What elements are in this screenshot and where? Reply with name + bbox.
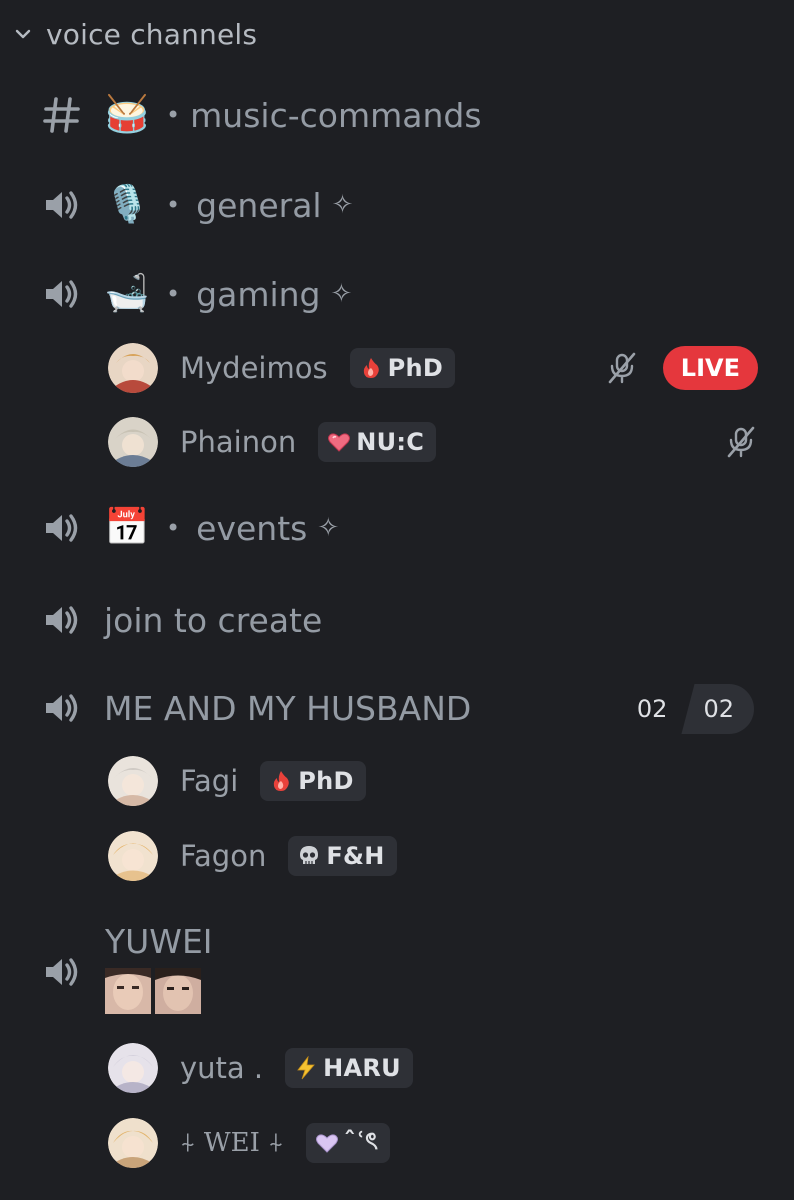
voice-member-wei[interactable]: ⍭ WEI ⍭ ˆʿৎ: [108, 1115, 758, 1171]
avatar: [108, 343, 158, 393]
user-count: 02: [636, 695, 668, 723]
skull-icon: [296, 843, 322, 869]
speaker-icon: [40, 183, 84, 227]
lightning-icon: [293, 1055, 319, 1081]
channel-name: events: [196, 508, 308, 548]
live-badge[interactable]: LIVE: [662, 346, 758, 390]
fire-icon: [358, 355, 384, 381]
channel-separator: •: [166, 191, 181, 219]
channel-join-to-create[interactable]: join to create: [40, 590, 760, 650]
category-header[interactable]: voice channels: [14, 14, 257, 54]
speaker-icon: [40, 686, 84, 730]
user-limit-counter: 02 02: [623, 684, 754, 734]
member-name: Fagon: [180, 839, 267, 873]
microphone-icon: 🎙️: [104, 184, 150, 225]
tag-label: ˆʿৎ: [343, 1127, 379, 1155]
voice-member-fagon[interactable]: Fagon F&H: [108, 828, 758, 884]
channel-separator: •: [166, 514, 181, 542]
member-tag: HARU: [285, 1048, 413, 1088]
channel-yuwei[interactable]: YUWEI: [105, 922, 213, 961]
avatar: [108, 831, 158, 881]
sparkle-icon: ✧: [317, 513, 340, 543]
category-title: voice channels: [46, 17, 258, 51]
drum-icon: 🥁: [104, 94, 150, 135]
channel-name: ME AND MY HUSBAND: [104, 688, 472, 728]
muted-microphone-icon: [727, 426, 755, 458]
channel-name: music-commands: [190, 95, 482, 135]
member-tag: NU:C: [318, 422, 437, 462]
member-tag: PhD: [260, 761, 366, 801]
avatar: [108, 756, 158, 806]
heart-icon: [326, 429, 352, 455]
muted-microphone-icon: [608, 352, 636, 384]
channel-events[interactable]: 📅 • events ✧: [40, 498, 760, 558]
channel-separator: •: [166, 101, 181, 129]
channel-status-images: [105, 968, 201, 1014]
calendar-icon: 📅: [104, 507, 150, 548]
face-photo-icon: [155, 968, 201, 1014]
speaker-icon: [40, 272, 84, 316]
channel-general[interactable]: 🎙️ • general ✧: [40, 175, 760, 235]
member-name: Mydeimos: [180, 351, 328, 385]
voice-member-fagi[interactable]: Fagi PhD: [108, 753, 758, 809]
lavender-heart-icon: [314, 1130, 340, 1156]
face-photo-icon: [105, 968, 151, 1014]
channel-name: join to create: [104, 600, 323, 640]
channel-music-commands[interactable]: 🥁 • music-commands: [40, 85, 760, 145]
member-name: ⍭ WEI ⍭: [180, 1127, 284, 1158]
member-tag: F&H: [288, 836, 397, 876]
sparkle-icon: ✧: [331, 190, 354, 220]
member-tag: PhD: [349, 348, 456, 388]
hash-icon: [40, 93, 84, 137]
fire-icon: [268, 768, 294, 794]
voice-member-mydeimos[interactable]: Mydeimos PhD LIVE: [108, 340, 758, 396]
channel-name: gaming: [196, 274, 321, 314]
avatar: [108, 1043, 158, 1093]
member-name: Phainon: [180, 425, 297, 459]
chevron-down-icon: [15, 29, 31, 39]
member-name: Fagi: [180, 764, 239, 798]
tag-label: PhD: [298, 767, 354, 795]
tag-label: F&H: [326, 842, 385, 870]
tag-label: HARU: [323, 1054, 401, 1082]
speaker-icon: [40, 506, 84, 550]
tag-label: PhD: [387, 354, 444, 382]
voice-member-phainon[interactable]: Phainon NU:C: [108, 414, 758, 470]
avatar: [108, 417, 158, 467]
sparkle-icon: ✧: [330, 279, 353, 309]
voice-member-yuta[interactable]: yuta . HARU: [108, 1040, 758, 1096]
bathtub-icon: 🛁: [104, 273, 150, 314]
channel-separator: •: [166, 280, 181, 308]
channel-gaming[interactable]: 🛁 • gaming ✧: [40, 264, 760, 324]
user-limit: 02: [681, 684, 754, 734]
tag-label: NU:C: [356, 428, 425, 456]
member-name: yuta .: [180, 1051, 264, 1085]
speaker-icon: [40, 598, 84, 642]
avatar: [108, 1118, 158, 1168]
speaker-icon: [40, 950, 84, 994]
member-tag: ˆʿৎ: [305, 1123, 391, 1163]
channel-name: general: [196, 185, 322, 225]
